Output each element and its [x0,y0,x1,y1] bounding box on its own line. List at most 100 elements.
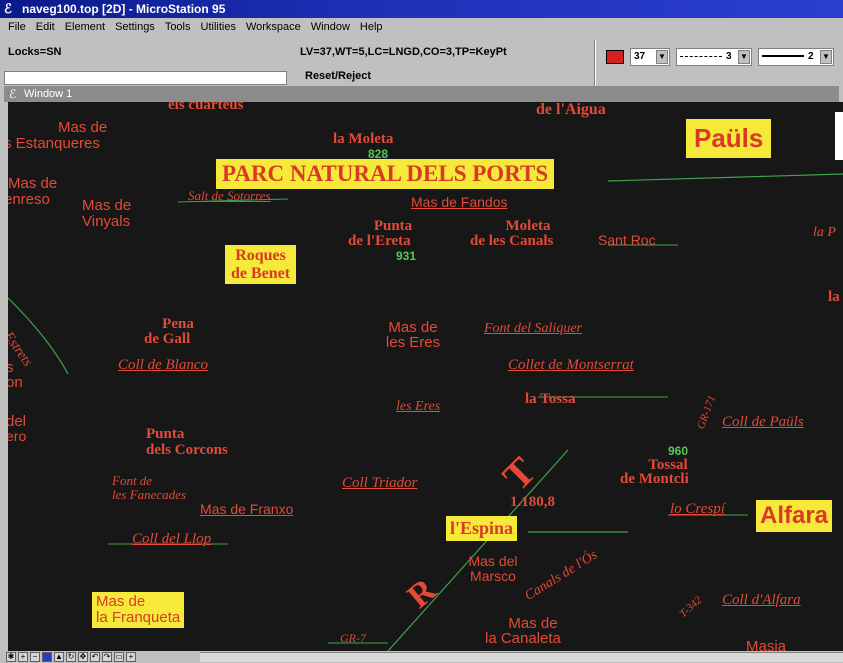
update-view-icon[interactable]: ✱ [6,652,16,662]
pan-view-icon[interactable]: ✥ [78,652,88,662]
boundary-line [607,173,843,182]
view-attributes-icon[interactable]: ▭ [114,652,124,662]
menu-utilities[interactable]: Utilities [196,18,241,36]
zoom-in-icon[interactable]: + [18,652,28,662]
place-label: la Tossa [525,391,576,407]
view-menu-icon[interactable]: + [126,652,136,662]
place-label: Mas de [508,615,558,632]
place-label: la Moleta [333,131,394,147]
place-label: els cuarteus [168,102,244,113]
line-style-value: 3 [726,51,732,62]
line-weight-icon [762,55,804,58]
elevation-value: 931 [396,249,417,263]
active-color-swatch[interactable] [606,50,624,64]
white-frame-mark [835,112,843,160]
place-label: de Gall [144,331,191,347]
view-control-bar: ✱ + − ▲ ↻ ✥ ↶ ↷ ▭ + [0,651,843,663]
place-label: la [828,289,840,305]
view-previous-icon[interactable]: ↶ [90,652,100,662]
place-label: Mas del [468,553,518,569]
place-label: la Canaleta [485,630,561,647]
place-label: Vinyals [82,213,131,230]
place-label: Mas de [58,119,108,136]
element-settings-status: LV=37,WT=5,LC=LNGD,CO=3,TP=KeyPt [300,46,507,58]
key-in-field[interactable] [4,71,287,85]
place-label: de l'Aigua [536,102,606,118]
view-next-icon[interactable]: ↷ [102,652,112,662]
place-label: Mas de [8,175,58,192]
place-label: de les Canals [470,233,554,249]
place-label: la P [813,225,836,240]
toolbar-separator [594,40,596,88]
color-value: 37 [634,51,646,62]
chevron-down-icon[interactable]: ▼ [820,50,832,64]
menu-help[interactable]: Help [355,18,388,36]
place-label: Mas de [82,197,132,214]
microstation-app-icon[interactable]: ℰ [4,2,18,16]
boxed-label-line: Mas de [96,593,146,610]
place-label: Font de [112,473,153,488]
menu-bar: File Edit Element Settings Tools Utilities Wor… [0,18,843,36]
menu-settings[interactable]: Settings [110,18,160,36]
boxed-label-line: Roques [235,247,286,264]
elevation-value: 960 [668,444,689,458]
chevron-down-icon[interactable]: ▼ [738,50,750,64]
menu-workspace[interactable]: Workspace [241,18,306,36]
place-label: Masia [746,638,787,651]
zoom-out-icon[interactable]: − [30,652,40,662]
view-window-titlebar[interactable]: ℰ Window 1 [4,86,839,102]
place-label: enreso [8,191,50,208]
dashed-line-icon [680,55,722,57]
place-label: Coll de Blanco [118,357,208,373]
color-dropdown[interactable]: 37 ▼ [630,48,670,66]
place-label: les Eres [385,334,441,351]
boxed-place-label: Mas de la Franqueta [92,592,185,628]
locks-status: Locks=SN [8,46,62,58]
rotate-view-icon[interactable]: ↻ [66,652,76,662]
line-weight-value: 2 [808,51,814,62]
place-label: Coll Triador [342,475,418,491]
view-window-icon: ℰ [9,87,17,101]
window-title: naveg100.top [2D] - MicroStation 95 [22,2,226,16]
place-label: lo Crespí [670,501,725,517]
menu-element[interactable]: Element [60,18,110,36]
place-label: dels Corcons [146,442,228,458]
chevron-down-icon[interactable]: ▼ [656,50,668,64]
menu-tools[interactable]: Tools [160,18,196,36]
place-label: Pena [162,316,194,332]
place-label: les Fanecades [112,487,187,502]
place-label: ero [8,428,27,444]
map-view[interactable]: els cuarteus de l'Aigua Mas de s Estanqu… [8,102,843,651]
horizontal-scrollbar[interactable] [200,652,843,662]
fit-view-icon[interactable]: ▲ [54,652,64,662]
place-label: s Estanqueres [8,135,100,152]
place-label: s [8,359,14,376]
place-label: Punta [373,218,413,234]
boxed-place-label: Roques de Benet [225,245,297,285]
place-label: les Eres [396,399,441,414]
boxed-park-title: PARC NATURAL DELS PORTS [216,159,555,189]
line-weight-dropdown[interactable]: 2 ▼ [758,48,834,66]
place-label: del [8,413,27,430]
boxed-place-label: l'Espina [446,516,518,541]
place-label: Collet de Montserrat [508,357,634,373]
menu-edit[interactable]: Edit [31,18,60,36]
place-label: de Montcli [620,471,689,487]
road-code-label: GR-7 [340,631,366,645]
line-style-dropdown[interactable]: 3 ▼ [676,48,752,66]
place-label: Coll d'Alfara [722,592,801,608]
menu-file[interactable]: File [0,18,31,36]
boxed-place-label: Paüls [686,119,772,158]
window-area-icon[interactable] [42,652,52,662]
title-bar: ℰ naveg100.top [2D] - MicroStation 95 [0,0,843,18]
boxed-place-label: Alfara [756,500,833,532]
place-label: Salt de Sotorres [188,188,271,203]
boxed-label-line: la Franqueta [96,608,181,626]
place-label: Punta [146,426,185,442]
menu-window[interactable]: Window [306,18,355,36]
place-label: Coll de Paüls [722,414,804,430]
place-label: Mas de [388,319,438,336]
status-toolbar: Locks=SN LV=37,WT=5,LC=LNGD,CO=3,TP=KeyP… [0,36,843,88]
boxed-label-line: de Benet [231,264,291,282]
tool-prompt: Reset/Reject [305,70,372,82]
